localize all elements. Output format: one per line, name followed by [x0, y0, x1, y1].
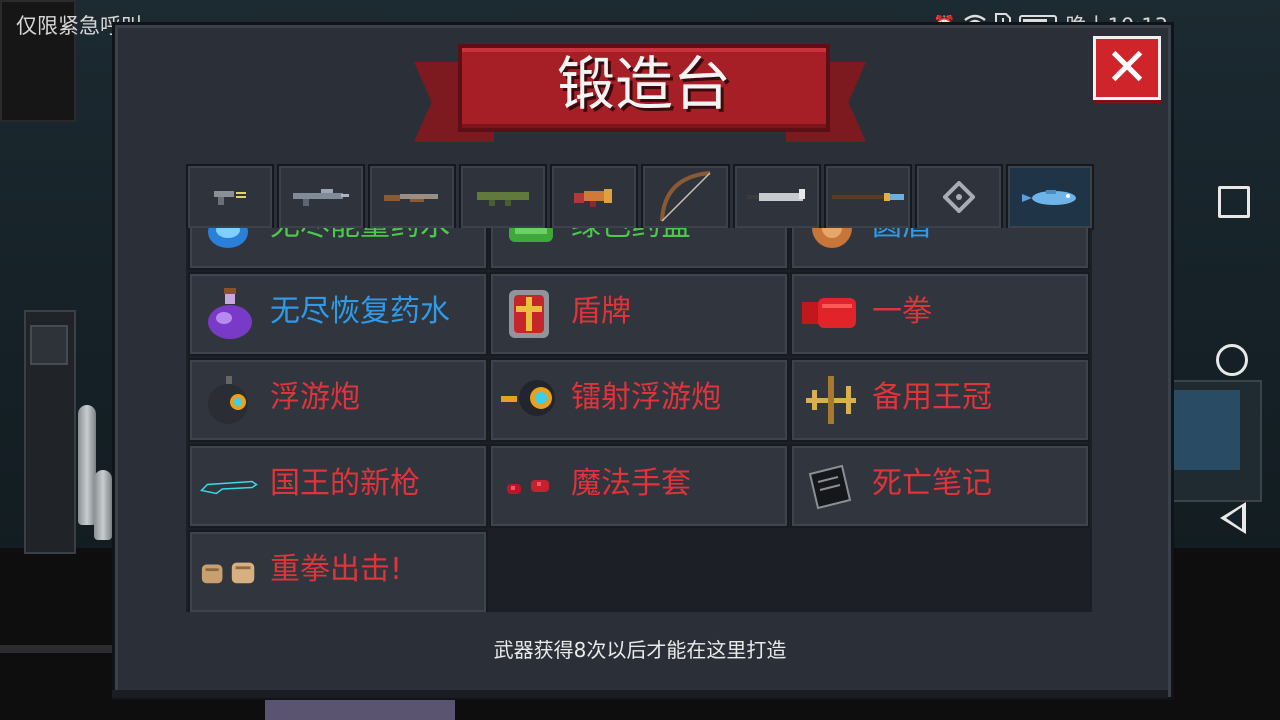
item-name: 圆盾 — [872, 228, 932, 246]
item-name: 一拳 — [872, 294, 932, 329]
weapon-category-tabs — [186, 164, 1094, 230]
forge-item[interactable]: 浮游炮 — [188, 358, 488, 442]
forge-item[interactable]: 重拳出击! — [188, 530, 488, 612]
forge-item[interactable]: 镭射浮游炮 — [489, 358, 789, 442]
shuriken-icon — [942, 181, 975, 213]
tab-rocket-launcher[interactable] — [459, 164, 548, 230]
item-name: 浮游炮 — [270, 380, 360, 415]
forge-item[interactable]: 无尽恢复药水 — [188, 272, 488, 356]
tab-sword[interactable] — [732, 164, 821, 230]
blue-potion-icon — [208, 228, 248, 248]
forge-item[interactable]: 绿色药盒 — [489, 228, 789, 270]
blaster-icon — [574, 189, 613, 207]
background-machine-screen — [30, 325, 68, 365]
tab-fish[interactable] — [1005, 164, 1094, 230]
rifle-icon — [293, 189, 350, 206]
item-name: 魔法手套 — [571, 466, 691, 501]
background-ledge — [0, 645, 115, 653]
red-fist-icon — [802, 298, 856, 328]
item-name: 无尽能量药水 — [270, 228, 450, 246]
dialog-title: 锻造台 — [556, 50, 731, 118]
back-icon-inner — [1226, 507, 1242, 529]
forge-item[interactable]: 一拳 — [790, 272, 1090, 356]
green-box-icon — [509, 228, 553, 242]
forge-item[interactable]: 圆盾 — [790, 228, 1090, 270]
forge-item[interactable]: 备用王冠 — [790, 358, 1090, 442]
background-computer-screen — [1170, 390, 1240, 470]
death-note-icon — [808, 464, 852, 510]
shotgun-icon — [384, 194, 439, 202]
forge-item[interactable]: 魔法手套 — [489, 444, 789, 528]
item-name: 备用王冠 — [872, 380, 992, 415]
rocket-launcher-icon — [477, 192, 530, 206]
item-name: 盾牌 — [571, 294, 631, 329]
item-name: 镭射浮游炮 — [571, 380, 721, 415]
recent-apps-button[interactable] — [1218, 186, 1250, 218]
tab-pistol[interactable] — [186, 164, 275, 230]
item-name: 绿色药盒 — [571, 228, 691, 246]
tab-spear[interactable] — [823, 164, 912, 230]
item-name: 国王的新枪 — [270, 466, 420, 501]
crossbow-crown-icon — [806, 376, 856, 424]
outline-gun-icon — [200, 480, 258, 495]
fists-icon — [201, 562, 255, 584]
item-name: 死亡笔记 — [872, 466, 992, 501]
laser-cannon-icon — [501, 380, 555, 416]
tab-shuriken[interactable] — [914, 164, 1003, 230]
floating-cannon-icon — [208, 376, 248, 424]
spear-icon — [831, 193, 904, 201]
sword-icon — [746, 189, 805, 201]
close-button[interactable]: ✕ — [1093, 36, 1161, 100]
pistol-icon — [214, 191, 247, 205]
tab-blaster[interactable] — [550, 164, 639, 230]
forge-item-grid: 无尽能量药水 绿色药盒 圆盾 无尽恢复药水 盾牌 一拳 浮游炮 镭射浮游炮 备用… — [186, 228, 1092, 612]
shield-icon — [509, 290, 549, 338]
tab-rifle[interactable] — [277, 164, 366, 230]
round-shield-icon — [812, 228, 852, 248]
fish-icon — [1021, 190, 1076, 205]
forge-item[interactable]: 死亡笔记 — [790, 444, 1090, 528]
purple-potion-icon — [208, 288, 252, 339]
forge-item[interactable]: 盾牌 — [489, 272, 789, 356]
panel-shadow — [112, 690, 1168, 698]
item-name: 无尽恢复药水 — [270, 294, 450, 329]
tab-bow[interactable] — [641, 164, 730, 230]
item-name: 重拳出击! — [270, 552, 403, 587]
tab-shotgun[interactable] — [368, 164, 457, 230]
magic-gloves-icon — [507, 480, 549, 494]
forge-hint-text: 武器获得8次以后才能在这里打造 — [493, 638, 787, 662]
forge-item[interactable]: 国王的新枪 — [188, 444, 488, 528]
home-button[interactable] — [1216, 344, 1248, 376]
forge-item[interactable]: 无尽能量药水 — [188, 228, 488, 270]
bow-icon — [659, 171, 711, 222]
gas-tank — [94, 470, 112, 540]
